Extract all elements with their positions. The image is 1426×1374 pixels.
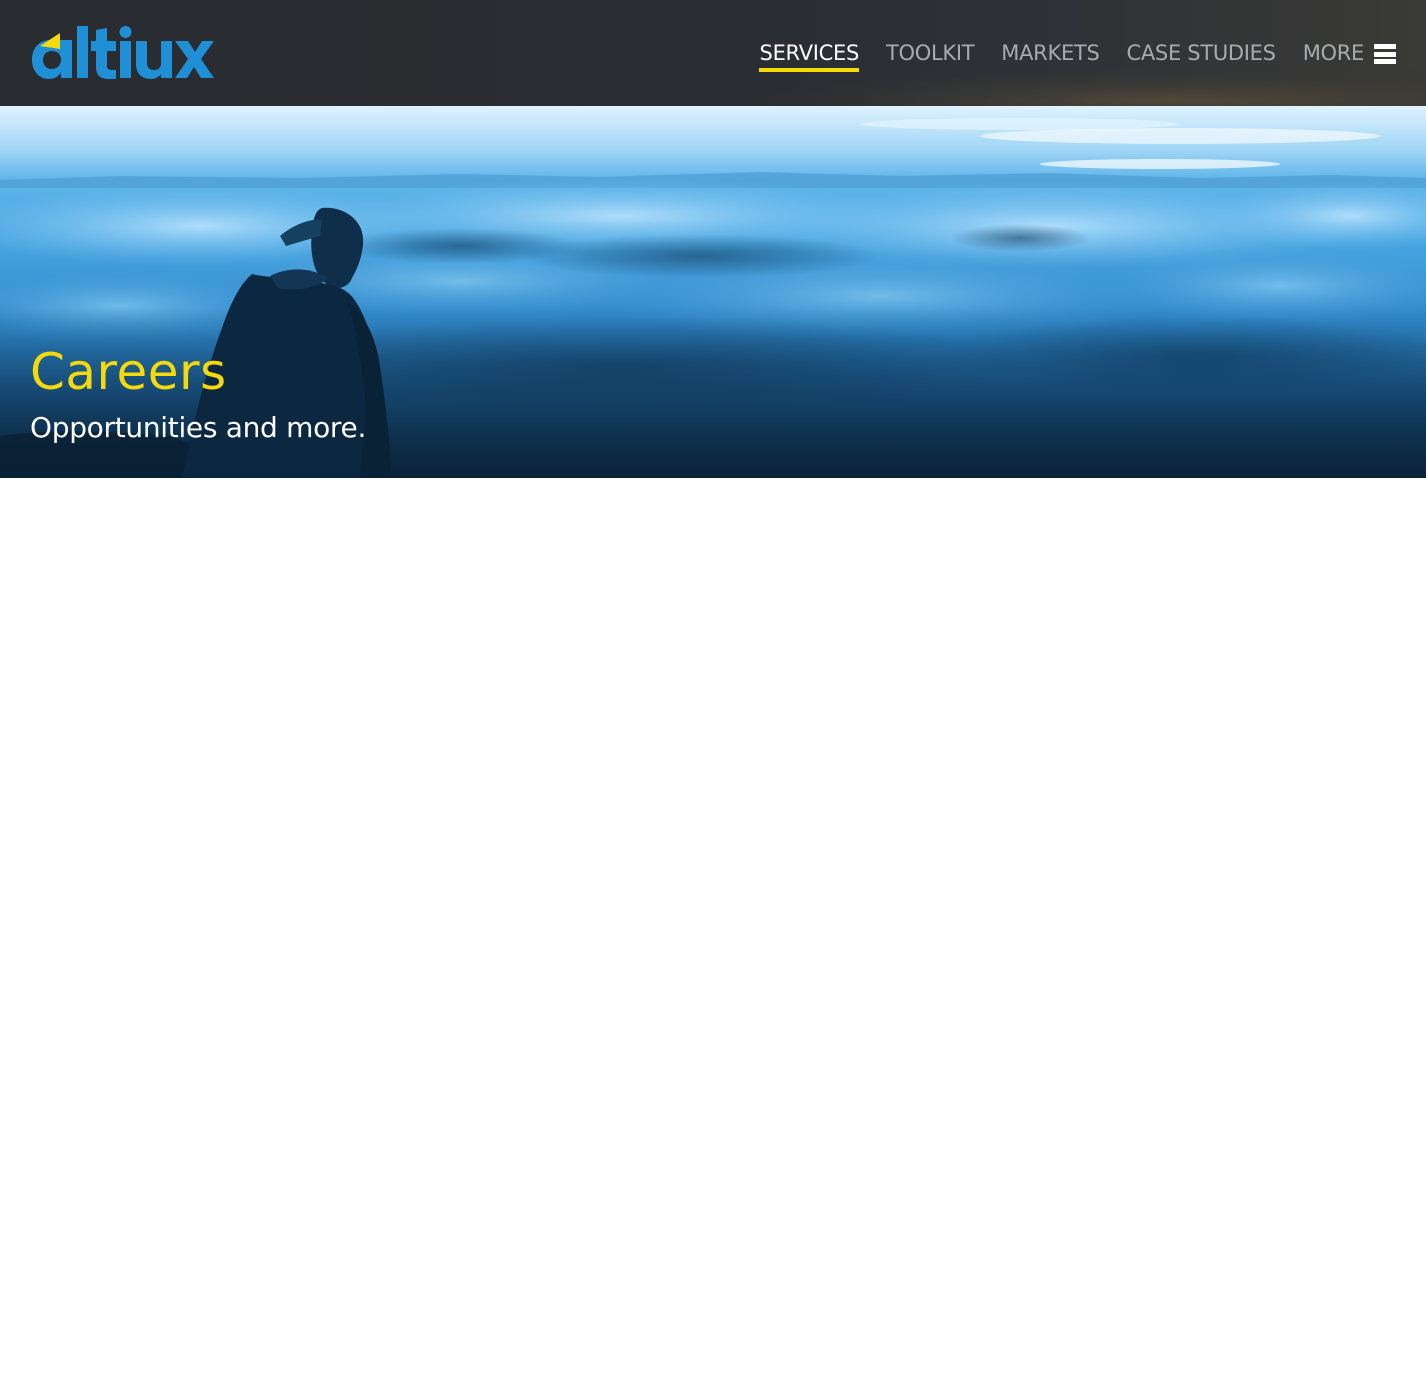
nav-item-case-studies[interactable]: CASE STUDIES (1126, 40, 1276, 72)
site-header: SERVICES TOOLKIT MARKETS CASE STUDIES MO… (0, 0, 1426, 106)
nav-item-markets[interactable]: MARKETS (1001, 40, 1099, 72)
nav-item-services[interactable]: SERVICES (758, 40, 860, 72)
hero-banner: Careers Opportunities and more. (0, 106, 1426, 478)
nav-item-toolkit[interactable]: TOOLKIT (886, 40, 975, 72)
nav-more-label: MORE (1302, 41, 1365, 65)
logo-graphic (32, 26, 214, 79)
main-content (0, 478, 1426, 1374)
hamburger-menu-icon (1374, 44, 1396, 64)
nav-more-button[interactable]: MORE (1303, 40, 1396, 66)
page-title: Careers (30, 343, 227, 401)
page: SERVICES TOOLKIT MARKETS CASE STUDIES MO… (0, 0, 1426, 1374)
altiux-logo[interactable] (30, 24, 214, 82)
page-subtitle: Opportunities and more. (30, 411, 367, 444)
main-nav: SERVICES TOOLKIT MARKETS CASE STUDIES MO… (733, 40, 1396, 74)
